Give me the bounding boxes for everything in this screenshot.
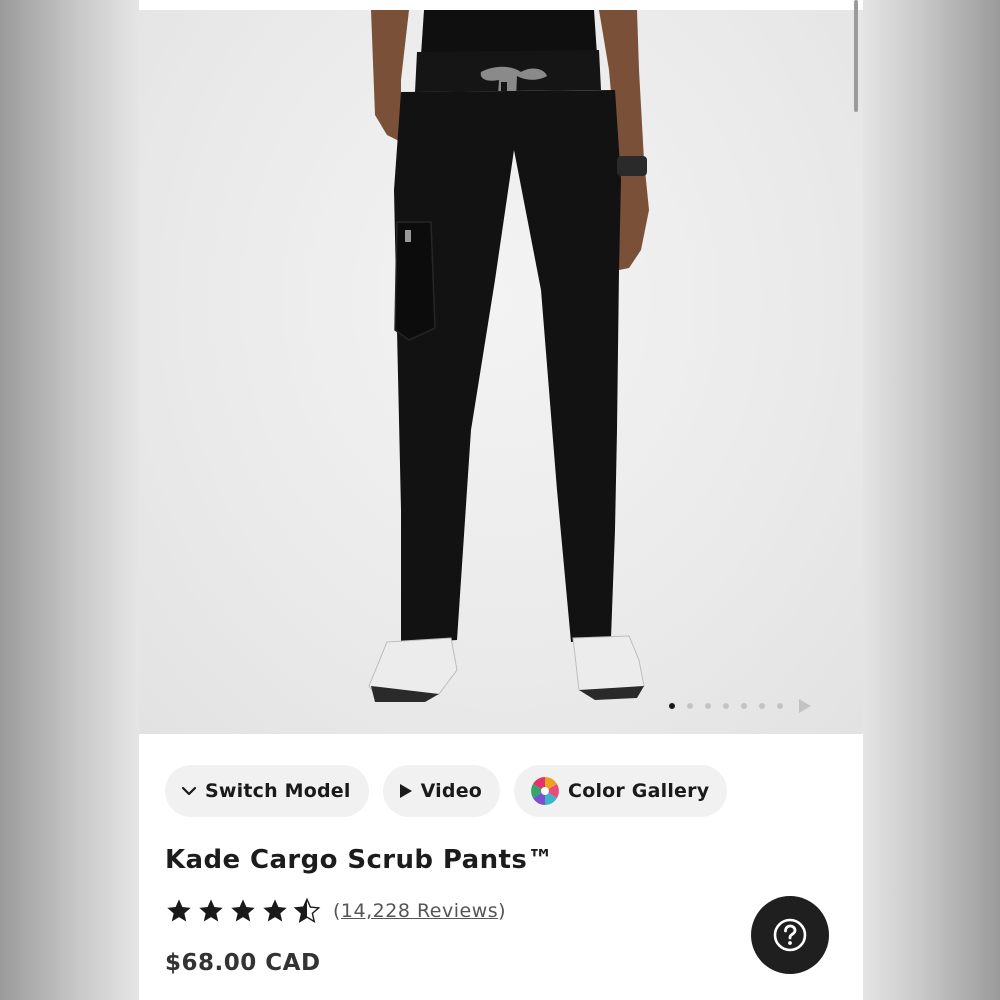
product-price: $68.00 CAD (165, 950, 321, 976)
carousel-dot[interactable] (741, 703, 747, 709)
color-wheel-icon (530, 776, 560, 806)
switch-model-button[interactable]: Switch Model (165, 765, 369, 817)
rating-stars (165, 897, 321, 925)
carousel-dot[interactable] (777, 703, 783, 709)
star-icon (199, 899, 223, 922)
carousel-dot[interactable] (759, 703, 765, 709)
scroll-indicator[interactable] (854, 0, 858, 112)
star-icon (231, 899, 255, 922)
carousel-dot[interactable] (723, 703, 729, 709)
switch-model-label: Switch Model (205, 780, 351, 802)
play-right-icon[interactable] (799, 699, 811, 713)
color-gallery-button[interactable]: Color Gallery (514, 765, 728, 817)
video-label: Video (420, 780, 483, 802)
product-rating[interactable]: (14,228 Reviews) (165, 897, 506, 925)
reviews-link[interactable]: 14,228 Reviews (341, 900, 498, 922)
carousel-dot[interactable] (687, 703, 693, 709)
watch (617, 156, 647, 176)
product-page: Switch Model Video Color Gallery Kade Ca… (139, 0, 863, 1000)
pants (394, 90, 621, 644)
help-button[interactable] (751, 896, 829, 974)
carousel-dot[interactable] (705, 703, 711, 709)
product-photo (368, 10, 649, 702)
half-star-icon (293, 897, 321, 923)
question-circle-icon (773, 918, 807, 952)
pocket-tag (405, 230, 411, 242)
color-gallery-label: Color Gallery (568, 780, 710, 802)
model-shirt (421, 10, 597, 55)
product-title: Kade Cargo Scrub Pants™ (165, 845, 554, 875)
carousel-dot[interactable] (669, 703, 675, 709)
reviews-count[interactable]: (14,228 Reviews) (333, 900, 506, 922)
reviews-close-paren: ) (498, 900, 507, 922)
video-button[interactable]: Video (382, 765, 501, 817)
star-icon (263, 899, 287, 922)
cargo-pocket (394, 221, 436, 341)
top-strip (139, 0, 863, 10)
product-image-carousel[interactable] (139, 10, 863, 734)
media-actions: Switch Model Video Color Gallery (165, 765, 728, 817)
chevron-down-icon (181, 783, 197, 799)
reviews-open-paren: ( (333, 900, 341, 922)
star-icon (167, 899, 191, 922)
play-icon (399, 783, 413, 799)
carousel-dots (669, 699, 811, 713)
